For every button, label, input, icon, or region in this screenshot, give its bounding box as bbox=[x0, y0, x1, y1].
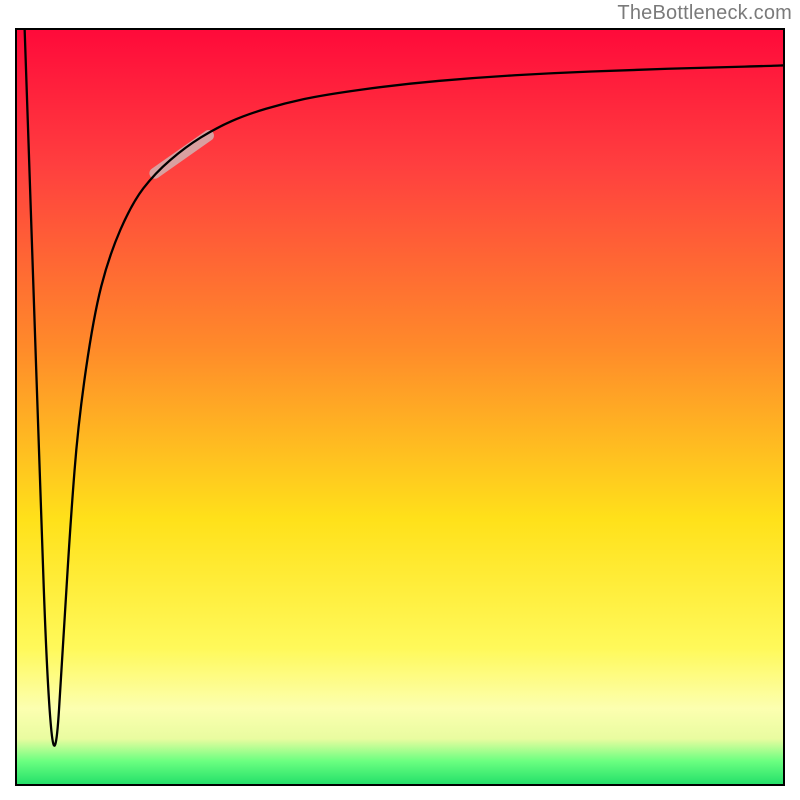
plot-area bbox=[15, 28, 785, 786]
watermark-text: TheBottleneck.com bbox=[617, 2, 792, 25]
main-curve bbox=[25, 30, 783, 746]
chart-root: { "watermark": "TheBottleneck.com", "cha… bbox=[0, 0, 800, 800]
curve-svg bbox=[17, 30, 783, 784]
